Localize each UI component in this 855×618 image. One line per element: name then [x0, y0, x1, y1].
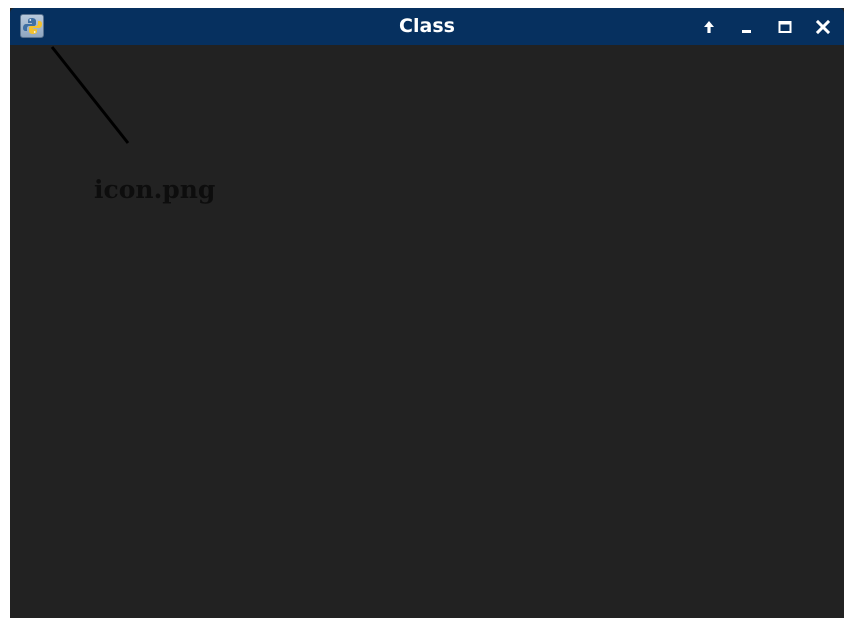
close-icon[interactable] — [810, 14, 836, 40]
title-bar[interactable]: Class — [10, 8, 844, 45]
window-controls — [684, 8, 836, 45]
icon-filename-label: icon.png — [94, 175, 216, 204]
minimize-icon[interactable] — [734, 14, 760, 40]
maximize-icon[interactable] — [772, 14, 798, 40]
application-window: Class icon.png — [10, 8, 844, 618]
annotation-pointer-line — [50, 46, 130, 144]
python-icon[interactable] — [20, 14, 44, 38]
arrow-up-icon[interactable] — [696, 14, 722, 40]
client-area: icon.png — [10, 45, 844, 618]
